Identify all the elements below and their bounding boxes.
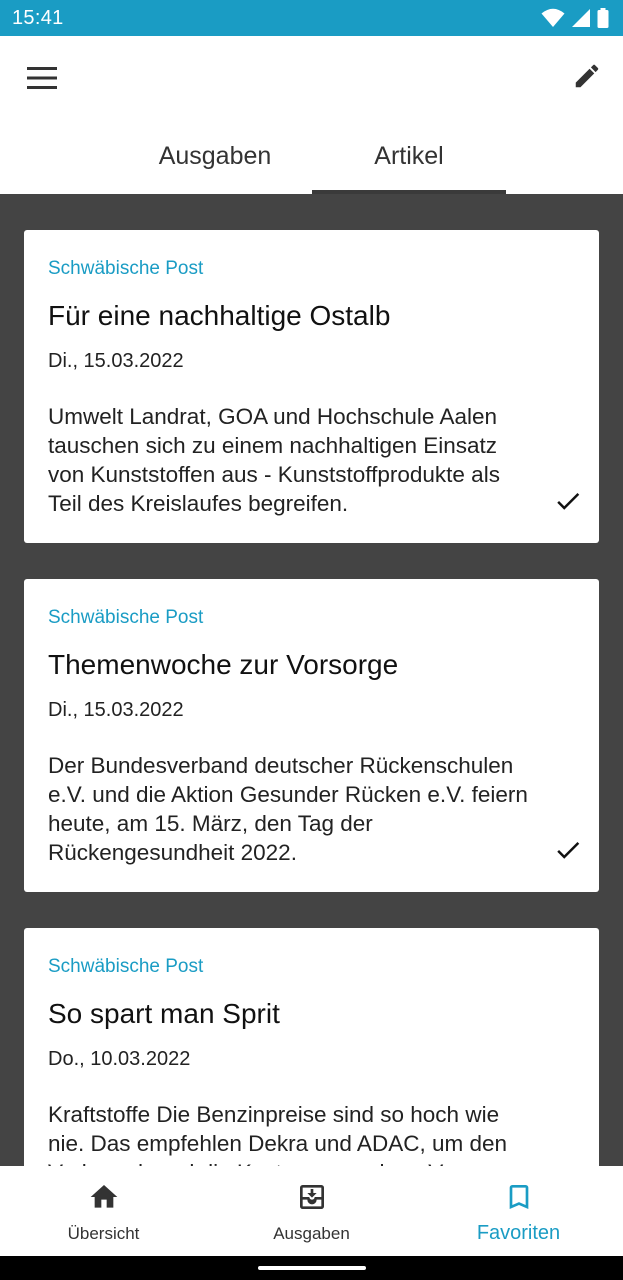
gesture-handle[interactable] xyxy=(258,1266,366,1270)
article-teaser: Kraftstoffe Die Benzinpreise sind so hoc… xyxy=(48,1102,507,1166)
status-time: 15:41 xyxy=(12,7,64,29)
tab-ausgaben[interactable]: Ausgaben xyxy=(118,130,312,194)
article-teaser: Umwelt Landrat, GOA und Hochschule Aalen… xyxy=(48,404,500,516)
nav-label: Ausgaben xyxy=(273,1224,350,1243)
article-source: Schwäbische Post xyxy=(48,607,204,628)
edit-button[interactable] xyxy=(567,58,607,98)
tab-bar: Ausgaben Artikel xyxy=(0,130,623,194)
signal-icon xyxy=(571,8,591,28)
nav-ausgaben[interactable]: Ausgaben xyxy=(208,1166,415,1256)
tab-label: Ausgaben xyxy=(158,142,272,170)
pencil-icon xyxy=(572,61,602,96)
article-title: Themenwoche zur Vorsorge xyxy=(48,649,399,680)
article-teaser: Der Bundesverband deutscher Rückenschule… xyxy=(48,753,528,865)
archive-icon xyxy=(295,1180,329,1214)
menu-button[interactable] xyxy=(22,60,62,100)
battery-icon xyxy=(597,8,609,28)
nav-label: Übersicht xyxy=(67,1224,140,1243)
check-icon xyxy=(553,835,583,865)
article-title: Für eine nachhaltige Ostalb xyxy=(48,300,391,331)
article-date: Do., 10.03.2022 xyxy=(48,1048,191,1070)
article-date: Di., 15.03.2022 xyxy=(48,699,184,721)
menu-icon xyxy=(27,66,57,94)
nav-uebersicht[interactable]: Übersicht xyxy=(0,1166,207,1256)
article-title: So spart man Sprit xyxy=(48,998,280,1029)
article-card[interactable]: Schwäbische Post Themenwoche zur Vorsorg… xyxy=(24,579,599,892)
tab-label: Artikel xyxy=(374,142,444,170)
article-source: Schwäbische Post xyxy=(48,956,204,977)
bookmark-icon xyxy=(502,1180,536,1214)
app-bar: Ausgaben Artikel xyxy=(0,36,623,194)
wifi-icon xyxy=(541,8,565,28)
article-date: Di., 15.03.2022 xyxy=(48,350,184,372)
home-icon xyxy=(87,1180,121,1214)
nav-label: Favoriten xyxy=(476,1222,561,1244)
article-card[interactable]: Schwäbische Post Für eine nachhaltige Os… xyxy=(24,230,599,543)
article-card[interactable]: Schwäbische Post So spart man Sprit Do.,… xyxy=(24,928,599,1166)
tab-artikel[interactable]: Artikel xyxy=(312,130,506,194)
status-icons xyxy=(541,7,609,29)
check-icon xyxy=(553,486,583,516)
bottom-navigation: Übersicht Ausgaben Favoriten xyxy=(0,1166,623,1256)
article-source: Schwäbische Post xyxy=(48,258,204,279)
nav-favoriten[interactable]: Favoriten xyxy=(415,1166,622,1256)
article-list[interactable]: Schwäbische Post Für eine nachhaltige Os… xyxy=(0,194,623,1166)
gesture-bar xyxy=(0,1256,623,1280)
status-bar: 15:41 xyxy=(0,0,623,36)
